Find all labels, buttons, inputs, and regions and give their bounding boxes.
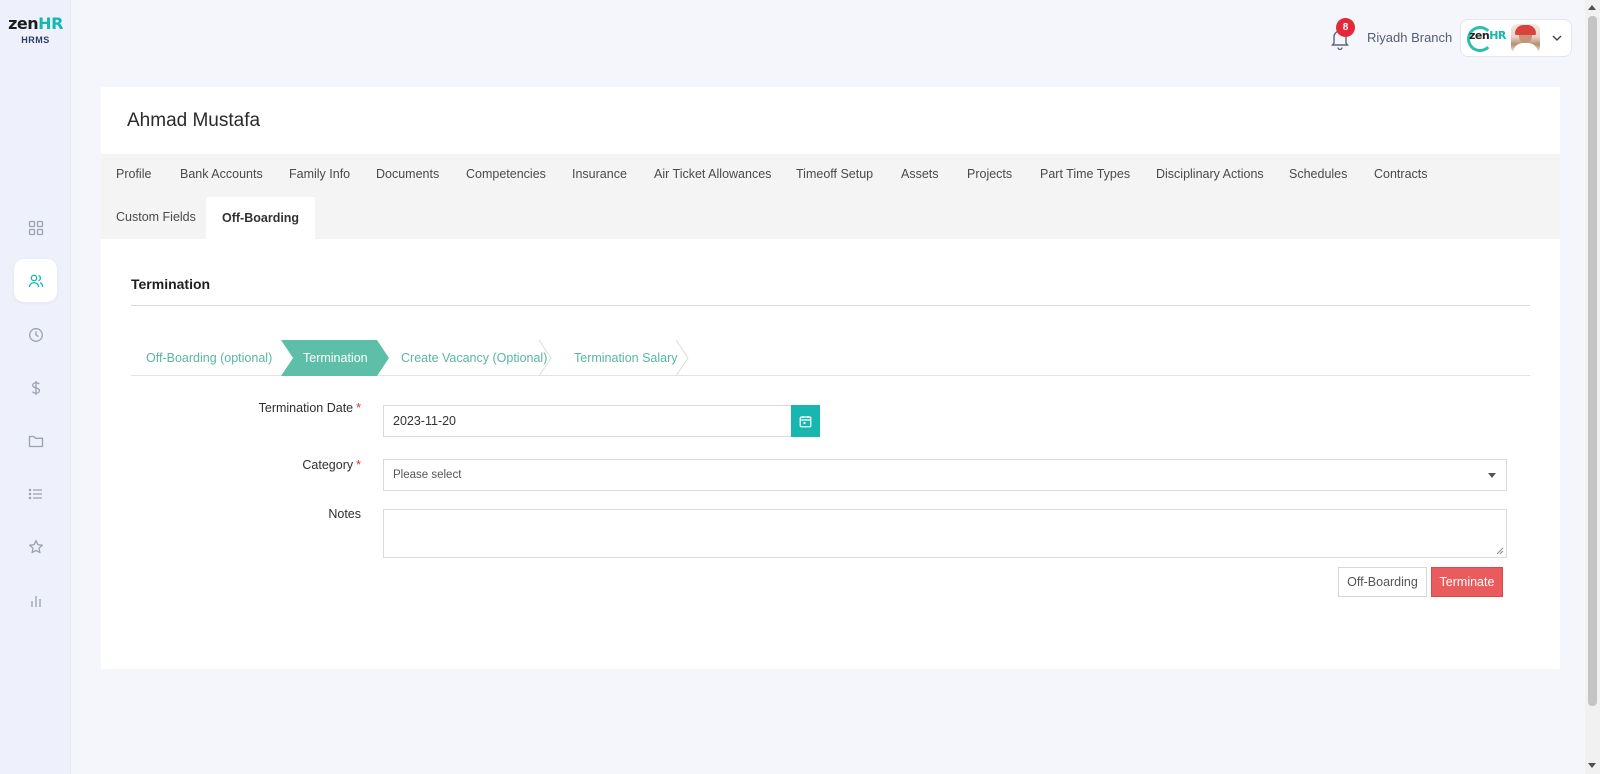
tab-assets[interactable]: Assets [901, 167, 939, 181]
clock-icon [28, 327, 43, 342]
tab-insurance[interactable]: Insurance [572, 167, 627, 181]
step-termination[interactable]: Termination [303, 340, 368, 376]
company-logo: zenHR [1469, 29, 1506, 42]
step-off-boarding[interactable]: Off-Boarding (optional) [146, 340, 272, 376]
scroll-down-arrow-icon[interactable] [1588, 763, 1596, 768]
tab-family-info[interactable]: Family Info [289, 167, 350, 181]
notes-label: Notes [328, 507, 361, 521]
chevron-down-icon [1552, 35, 1562, 41]
category-label: Category * [251, 458, 361, 472]
category-placeholder: Please select [393, 469, 462, 481]
employee-card: Ahmad Mustafa Profile Bank Accounts Fami… [101, 87, 1560, 669]
off-boarding-button[interactable]: Off-Boarding [1338, 567, 1427, 597]
required-mark: * [356, 458, 361, 472]
tab-disciplinary-actions[interactable]: Disciplinary Actions [1156, 167, 1264, 181]
tab-bank-accounts[interactable]: Bank Accounts [180, 167, 263, 181]
tab-documents[interactable]: Documents [376, 167, 439, 181]
dashboard-grid-icon [28, 220, 43, 235]
termination-date-input[interactable]: 2023-11-20 [383, 405, 792, 437]
scroll-up-arrow-icon[interactable] [1588, 5, 1596, 10]
nav-attendance[interactable] [14, 313, 57, 356]
tab-air-ticket-allowances[interactable]: Air Ticket Allowances [654, 167, 771, 181]
nav-performance[interactable] [14, 525, 57, 568]
tab-contracts[interactable]: Contracts [1374, 167, 1428, 181]
resize-handle-icon[interactable] [1496, 547, 1504, 555]
page-scrollbar[interactable] [1585, 0, 1600, 774]
nav-payroll[interactable] [14, 366, 57, 409]
tab-projects[interactable]: Projects [967, 167, 1012, 181]
step-create-vacancy[interactable]: Create Vacancy (Optional) [401, 340, 547, 376]
employee-name: Ahmad Mustafa [127, 110, 261, 131]
step-wizard: Off-Boarding (optional) Termination Crea… [131, 340, 1530, 376]
category-select[interactable]: Please select [383, 459, 1507, 491]
dollar-icon [31, 380, 40, 395]
termination-date-label-text: Termination Date [258, 401, 354, 415]
nav-employees[interactable] [14, 259, 57, 302]
star-icon [28, 539, 43, 553]
company-logo-accent: HR [1489, 29, 1506, 42]
termination-date-value: 2023-11-20 [393, 414, 457, 428]
tab-custom-fields[interactable]: Custom Fields [116, 210, 196, 224]
avatar [1511, 24, 1540, 53]
required-mark: * [356, 401, 361, 415]
termination-date-label: Termination Date * [251, 401, 361, 415]
scroll-thumb[interactable] [1588, 16, 1597, 706]
tab-schedules[interactable]: Schedules [1289, 167, 1347, 181]
list-icon [28, 488, 42, 499]
users-icon [28, 274, 43, 287]
tab-part-time-types[interactable]: Part Time Types [1040, 167, 1130, 181]
date-picker-button[interactable] [791, 405, 820, 437]
dropdown-arrow-icon [1488, 473, 1496, 478]
user-menu[interactable]: zenHR [1460, 19, 1572, 57]
logo-subtitle: HRMS [21, 35, 50, 45]
tab-profile[interactable]: Profile [116, 167, 151, 181]
tab-competencies[interactable]: Competencies [466, 167, 546, 181]
logo-accent-text: HR [38, 14, 63, 33]
nav-lists[interactable] [14, 472, 57, 515]
step-termination-salary[interactable]: Termination Salary [574, 340, 678, 376]
section-divider [131, 305, 1530, 306]
nav-reports[interactable] [14, 579, 57, 622]
company-logo-main: zen [1469, 29, 1490, 42]
folder-icon [28, 435, 43, 447]
category-label-text: Category [302, 458, 354, 472]
nav-dashboard[interactable] [14, 206, 57, 249]
calendar-icon [799, 415, 812, 427]
notes-textarea[interactable] [383, 509, 1507, 558]
employee-tabs: Profile Bank Accounts Family Info Docume… [101, 154, 1560, 239]
tab-timeoff-setup[interactable]: Timeoff Setup [796, 167, 873, 181]
section-title: Termination [131, 276, 211, 292]
sidebar: zenHR HRMS [0, 0, 71, 774]
tab-off-boarding[interactable]: Off-Boarding [206, 197, 316, 239]
bar-chart-icon [30, 595, 41, 607]
terminate-button[interactable]: Terminate [1431, 567, 1503, 597]
notification-badge: 8 [1336, 18, 1355, 37]
branch-name[interactable]: Riyadh Branch [1367, 30, 1452, 45]
app-logo[interactable]: zenHR HRMS [0, 14, 71, 45]
logo-main-text: zen [8, 14, 39, 33]
nav-documents[interactable] [14, 419, 57, 462]
